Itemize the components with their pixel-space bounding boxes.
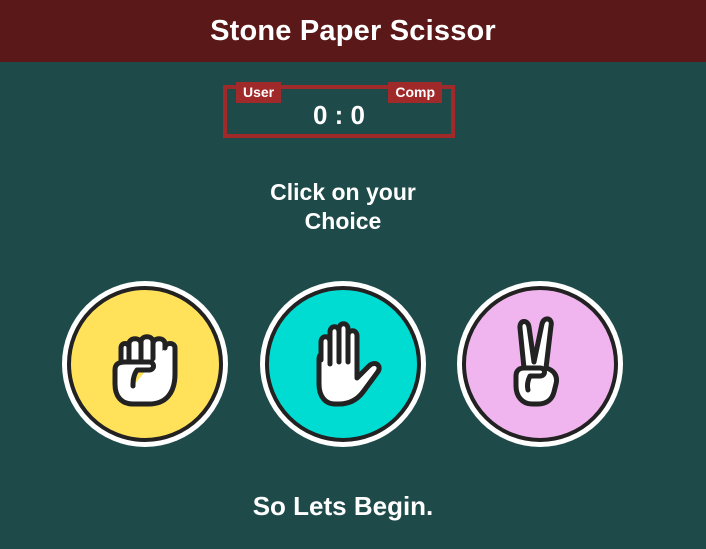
stone-choice-button[interactable]	[62, 281, 228, 447]
victory-hand-icon	[513, 316, 559, 407]
open-hand-icon	[316, 321, 382, 407]
scissor-choice-button[interactable]	[457, 281, 623, 447]
scoreboard: User Comp 0 : 0	[223, 82, 455, 138]
choice-prompt: Click on your Choice	[0, 178, 686, 236]
header-bar: Stone Paper Scissor	[0, 0, 706, 62]
scissor-choice-circle	[462, 286, 618, 442]
fist-icon	[112, 334, 178, 407]
paper-choice-circle	[265, 286, 421, 442]
page-title: Stone Paper Scissor	[210, 14, 496, 47]
choice-prompt-line2: Choice	[304, 208, 382, 234]
score-value: 0 : 0	[312, 100, 366, 130]
stone-choice-circle	[67, 286, 223, 442]
paper-choice-button[interactable]	[260, 281, 426, 447]
status-message: So Lets Begin.	[252, 491, 434, 521]
choice-prompt-line1: Click on your	[270, 179, 416, 205]
